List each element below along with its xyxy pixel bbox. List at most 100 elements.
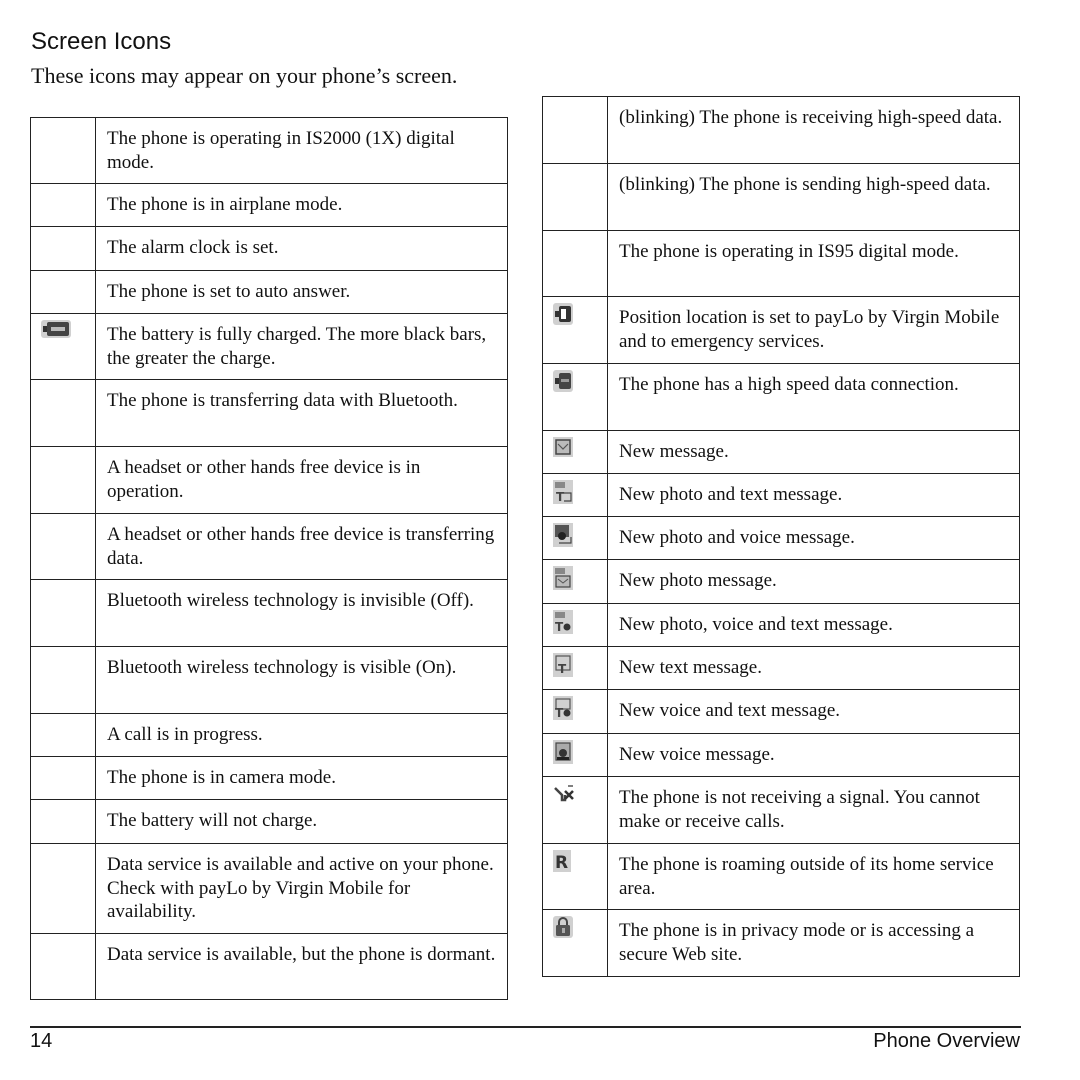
table-row: A headset or other hands free device is … [30, 446, 508, 514]
svg-text:T: T [555, 706, 564, 720]
icon-description: (blinking) The phone is sending high-spe… [607, 163, 1020, 231]
icon-cell [542, 430, 608, 474]
table-row: The alarm clock is set. [30, 226, 508, 271]
table-row: T New voice and text message. [542, 689, 1020, 734]
new-message-icon [553, 437, 573, 464]
table-row: New message. [542, 430, 1020, 474]
table-row: The phone is operating in IS95 digital m… [542, 230, 1020, 297]
table-row: New photo message. [542, 559, 1020, 604]
roaming-icon: R [553, 850, 571, 879]
icon-cell [542, 733, 608, 777]
section-name: Phone Overview [873, 1030, 1020, 1052]
page-number: 14 [30, 1030, 53, 1052]
icon-description: Bluetooth wireless technology is invisib… [95, 579, 508, 647]
table-row: The phone is operating in IS2000 (1X) di… [30, 117, 508, 184]
icon-cell [30, 117, 96, 184]
table-row: A call is in progress. [30, 713, 508, 757]
table-row: The phone is set to auto answer. [30, 270, 508, 314]
icon-cell: T [542, 473, 608, 517]
icon-description: The phone is not receiving a signal. You… [607, 776, 1020, 844]
icon-description: New text message. [607, 646, 1020, 690]
left-icon-table: The phone is operating in IS2000 (1X) di… [30, 117, 508, 1000]
icon-description: The phone is operating in IS2000 (1X) di… [95, 117, 508, 184]
icon-description: The phone is operating in IS95 digital m… [607, 230, 1020, 297]
icon-description: The alarm clock is set. [95, 226, 508, 271]
table-row: The phone is in privacy mode or is acces… [542, 909, 1020, 977]
icon-cell [542, 559, 608, 604]
table-row: The battery will not charge. [30, 799, 508, 844]
icon-description: A call is in progress. [95, 713, 508, 757]
table-row: (blinking) The phone is sending high-spe… [542, 163, 1020, 231]
icon-description: Position location is set to payLo by Vir… [607, 296, 1020, 364]
icon-description: The phone is in privacy mode or is acces… [607, 909, 1020, 977]
icon-cell [542, 363, 608, 431]
icon-cell [542, 163, 608, 231]
icon-description: A headset or other hands free device is … [95, 446, 508, 514]
icon-description: The battery will not charge. [95, 799, 508, 844]
icon-description: New voice and text message. [607, 689, 1020, 734]
icon-cell: T [542, 646, 608, 690]
icon-description: The battery is fully charged. The more b… [95, 313, 508, 380]
photo-voice-message-icon [553, 523, 573, 554]
icon-cell [30, 843, 96, 934]
icon-cell: R [542, 843, 608, 910]
svg-text:T: T [555, 620, 564, 634]
table-row: New voice message. [542, 733, 1020, 777]
icon-cell [30, 799, 96, 844]
icon-cell [542, 96, 608, 164]
icon-cell [30, 379, 96, 447]
table-row: Bluetooth wireless technology is invisib… [30, 579, 508, 647]
photo-message-icon [553, 566, 573, 597]
icon-description: New photo, voice and text message. [607, 603, 1020, 647]
position-location-icon [553, 303, 573, 332]
icon-cell [542, 296, 608, 364]
icon-cell [30, 713, 96, 757]
icon-description: The phone has a high speed data connecti… [607, 363, 1020, 431]
icon-cell [30, 226, 96, 271]
icon-description: New message. [607, 430, 1020, 474]
icon-description: Data service is available and active on … [95, 843, 508, 934]
photo-text-message-icon: T [553, 480, 573, 511]
icon-description: New voice message. [607, 733, 1020, 777]
table-row: The phone is transferring data with Blue… [30, 379, 508, 447]
icon-description: The phone is roaming outside of its home… [607, 843, 1020, 910]
table-row: A headset or other hands free device is … [30, 513, 508, 580]
no-signal-icon [553, 783, 575, 810]
voice-text-message-icon: T [553, 696, 573, 727]
icon-cell [30, 270, 96, 314]
icon-description: New photo and text message. [607, 473, 1020, 517]
table-row: The phone has a high speed data connecti… [542, 363, 1020, 431]
icon-cell [542, 230, 608, 297]
table-row: (blinking) The phone is receiving high-s… [542, 96, 1020, 164]
icon-description: The phone is set to auto answer. [95, 270, 508, 314]
footer-divider [30, 1026, 1021, 1028]
icon-cell [542, 909, 608, 977]
table-row: Data service is available, but the phone… [30, 933, 508, 1000]
privacy-lock-icon [553, 916, 573, 945]
icon-description: The phone is in airplane mode. [95, 183, 508, 227]
battery-full-icon [41, 320, 71, 345]
icon-description: Data service is available, but the phone… [95, 933, 508, 1000]
table-row: The battery is fully charged. The more b… [30, 313, 508, 380]
page-title: Screen Icons [31, 28, 172, 55]
voice-message-icon [553, 740, 573, 771]
icon-cell [30, 313, 96, 380]
icon-cell: T [542, 603, 608, 647]
icon-cell [30, 183, 96, 227]
icon-description: The phone is transferring data with Blue… [95, 379, 508, 447]
icon-cell [30, 756, 96, 800]
table-row: T New photo, voice and text message. [542, 603, 1020, 647]
svg-text:T: T [558, 662, 567, 676]
table-row: Position location is set to payLo by Vir… [542, 296, 1020, 364]
icon-cell [542, 516, 608, 560]
icon-cell [30, 513, 96, 580]
icon-cell [30, 933, 96, 1000]
icon-description: The phone is in camera mode. [95, 756, 508, 800]
icon-cell: T [542, 689, 608, 734]
table-row: R The phone is roaming outside of its hom… [542, 843, 1020, 910]
table-row: The phone is in airplane mode. [30, 183, 508, 227]
icon-cell [542, 776, 608, 844]
table-row: T New photo and text message. [542, 473, 1020, 517]
icon-cell [30, 446, 96, 514]
text-message-icon: T [553, 653, 573, 684]
